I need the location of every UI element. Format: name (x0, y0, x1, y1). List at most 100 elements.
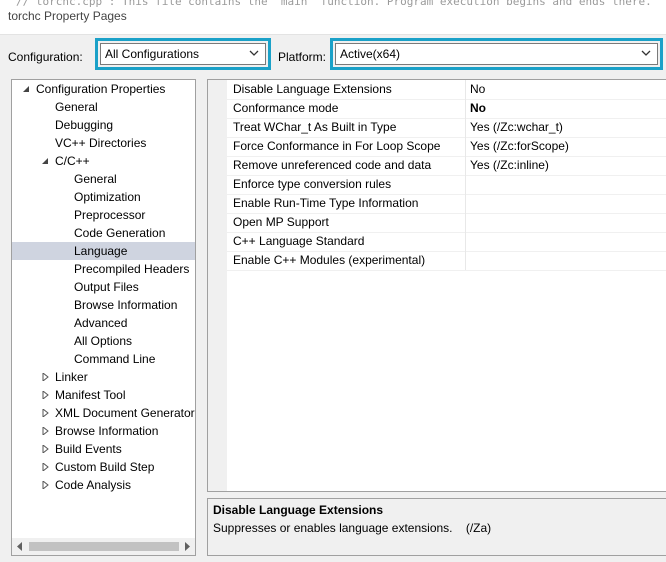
property-name: C++ Language Standard (233, 234, 365, 248)
property-row[interactable]: Conformance mode No (227, 99, 666, 119)
tree-item[interactable]: XML Document Generator (12, 404, 195, 422)
column-separator (465, 251, 466, 270)
tree-item[interactable]: All Options (12, 332, 195, 350)
expanded-arrow-icon[interactable] (22, 85, 30, 93)
tree-item-label: Manifest Tool (55, 388, 126, 402)
collapsed-arrow-icon[interactable] (41, 409, 49, 417)
description-title: Disable Language Extensions (213, 503, 384, 517)
property-row[interactable]: Remove unreferenced code and data Yes (/Z… (227, 156, 666, 176)
property-value[interactable]: Yes (/Zc:inline) (470, 156, 549, 174)
property-name: Force Conformance in For Loop Scope (233, 139, 441, 153)
property-row[interactable]: Force Conformance in For Loop Scope Yes (… (227, 137, 666, 157)
description-panel: Disable Language Extensions Suppresses o… (207, 498, 666, 556)
column-separator (465, 99, 466, 118)
property-row[interactable]: C++ Language Standard (227, 232, 666, 252)
description-text: Suppresses or enables language extension… (213, 521, 492, 535)
tree-item[interactable]: Linker (12, 368, 195, 386)
tree-item[interactable]: Custom Build Step (12, 458, 195, 476)
chevron-down-icon (641, 50, 651, 56)
tree-item[interactable]: Browse Information (12, 296, 195, 314)
tree-item[interactable]: Browse Information (12, 422, 195, 440)
column-separator (465, 156, 466, 175)
property-row[interactable]: Disable Language Extensions No (227, 80, 666, 100)
tree-item[interactable]: Command Line (12, 350, 195, 368)
tree-item[interactable]: Build Events (12, 440, 195, 458)
column-separator (465, 232, 466, 251)
collapsed-arrow-icon[interactable] (41, 391, 49, 399)
tree-item[interactable]: Precompiled Headers (12, 260, 195, 278)
collapsed-arrow-icon[interactable] (41, 481, 49, 489)
property-value[interactable]: No (470, 99, 486, 117)
property-name: Disable Language Extensions (233, 82, 392, 96)
scroll-left-icon[interactable] (16, 542, 24, 551)
tree-item[interactable]: Preprocessor (12, 206, 195, 224)
tree-item-label: Preprocessor (74, 208, 146, 222)
scrollbar-thumb[interactable] (29, 542, 179, 551)
expanded-arrow-icon[interactable] (41, 157, 49, 165)
tree-item[interactable]: Output Files (12, 278, 195, 296)
collapsed-arrow-icon[interactable] (41, 463, 49, 471)
tree-item-label: Browse Information (74, 298, 178, 312)
background-code-text: // torchc.cpp : This file contains the '… (16, 0, 652, 8)
tree-item[interactable]: C/C++ (12, 152, 195, 170)
tree-item-label: Advanced (74, 316, 128, 330)
tree-item[interactable]: Optimization (12, 188, 195, 206)
tree-item-label: Code Generation (74, 226, 166, 240)
property-name: Enable C++ Modules (experimental) (233, 253, 426, 267)
tree-item-label: Build Events (55, 442, 122, 456)
tree-item[interactable]: Debugging (12, 116, 195, 134)
property-value[interactable]: Yes (/Zc:wchar_t) (470, 118, 563, 136)
property-row[interactable]: Enable C++ Modules (experimental) (227, 251, 666, 271)
tree-item[interactable]: VC++ Directories (12, 134, 195, 152)
property-row[interactable]: Treat WChar_t As Built in Type Yes (/Zc:w… (227, 118, 666, 138)
tree-item[interactable]: Advanced (12, 314, 195, 332)
property-name: Treat WChar_t As Built in Type (233, 120, 397, 134)
property-name: Conformance mode (233, 101, 339, 115)
tree-item-label: Browse Information (55, 424, 159, 438)
tree-item[interactable]: Configuration Properties (12, 80, 195, 98)
window-title: torchc Property Pages (8, 9, 133, 23)
tree-item[interactable]: Language (12, 242, 195, 260)
property-row[interactable]: Enable Run-Time Type Information (227, 194, 666, 214)
tree-item[interactable]: General (12, 98, 195, 116)
configuration-dropdown[interactable]: All Configurations (95, 38, 271, 70)
collapsed-arrow-icon[interactable] (41, 427, 49, 435)
column-separator (465, 175, 466, 194)
tree-item[interactable]: Code Generation (12, 224, 195, 242)
tree-item-label: Output Files (74, 280, 139, 294)
tree-item-label: Debugging (55, 118, 114, 132)
property-value[interactable]: Yes (/Zc:forScope) (470, 137, 569, 155)
property-value[interactable]: No (470, 80, 485, 98)
tree-item-label: Custom Build Step (55, 460, 155, 474)
horizontal-scrollbar[interactable] (12, 538, 195, 555)
tree-item-label: XML Document Generator (55, 406, 195, 420)
property-name: Enforce type conversion rules (233, 177, 392, 191)
property-tree[interactable]: Configuration Properties General Debugging… (11, 79, 196, 556)
grid-gutter (208, 80, 227, 491)
column-separator (465, 118, 466, 137)
tree-item[interactable]: Manifest Tool (12, 386, 195, 404)
property-name: Open MP Support (233, 215, 329, 229)
column-separator (465, 137, 466, 156)
property-name: Remove unreferenced code and data (233, 158, 432, 172)
property-row[interactable]: Enforce type conversion rules (227, 175, 666, 195)
collapsed-arrow-icon[interactable] (41, 373, 49, 381)
tree-item-label: Linker (55, 370, 88, 384)
platform-dropdown[interactable]: Active(x64) (330, 38, 663, 70)
column-separator (465, 194, 466, 213)
column-separator (465, 80, 466, 99)
platform-value: Active(x64) (340, 47, 401, 61)
property-row[interactable]: Open MP Support (227, 213, 666, 233)
configuration-label: Configuration: (8, 50, 83, 64)
collapsed-arrow-icon[interactable] (41, 445, 49, 453)
tree-item-label: Command Line (74, 352, 156, 366)
tree-item[interactable]: General (12, 170, 195, 188)
tree-item-label: Configuration Properties (36, 82, 166, 96)
tree-item-label: All Options (74, 334, 133, 348)
property-name: Enable Run-Time Type Information (233, 196, 419, 210)
column-separator (465, 213, 466, 232)
scroll-right-icon[interactable] (183, 542, 191, 551)
property-grid[interactable]: Disable Language Extensions No Conformance… (207, 79, 666, 492)
chevron-down-icon (249, 50, 259, 56)
tree-item[interactable]: Code Analysis (12, 476, 195, 494)
